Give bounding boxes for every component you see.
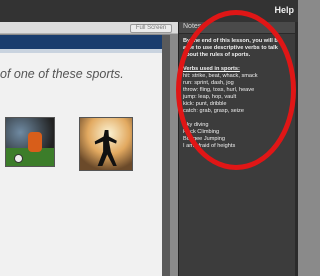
player-shape xyxy=(28,132,42,152)
slide-header xyxy=(0,35,162,49)
sport-line: I am afraid of heights xyxy=(183,143,236,149)
top-bar: Help xyxy=(0,0,298,22)
ball-shape xyxy=(14,154,23,163)
notes-title: Notes xyxy=(183,23,202,30)
notes-body: By the end of this lesson, you will be a… xyxy=(183,38,293,150)
help-menu[interactable]: Help xyxy=(274,5,294,15)
notes-scrollbar[interactable] xyxy=(295,22,298,276)
sport-line: Bungee Jumping xyxy=(183,136,225,142)
soccer-image[interactable] xyxy=(5,117,55,167)
athlete-silhouette xyxy=(94,130,117,166)
slide-divider xyxy=(0,49,162,53)
notes-intro: By the end of this lesson, you will be a… xyxy=(183,38,281,58)
sport-line: Sky diving xyxy=(183,122,209,128)
notes-panel: Notes By the end of this lesson, you wil… xyxy=(178,22,296,276)
slide-stage: of one of these sports. xyxy=(0,35,162,276)
verb-line: throw: fling, toss, hurl, heave xyxy=(183,87,255,93)
panel-gap xyxy=(170,35,178,276)
verb-line: hit: strike, beat, whack, smack xyxy=(183,73,258,79)
notes-spacer xyxy=(183,115,293,122)
sport-line: Rock Climbing xyxy=(183,129,220,135)
verb-line: run: sprint, dash, jog xyxy=(183,80,234,86)
slide-scrollbar[interactable] xyxy=(162,35,170,276)
verb-line: catch: grab, grasp, seize xyxy=(183,108,244,114)
verbs-heading: Verbs used in sports: xyxy=(183,66,240,72)
verb-line: jump: leap, hop, vault xyxy=(183,94,237,100)
slide-text: of one of these sports. xyxy=(0,67,124,81)
verb-line: kick: punt, dribble xyxy=(183,101,227,107)
notes-header: Notes xyxy=(179,22,296,34)
sport-silhouette-image[interactable] xyxy=(79,117,133,171)
full-screen-button[interactable]: Full Screen xyxy=(130,24,172,33)
